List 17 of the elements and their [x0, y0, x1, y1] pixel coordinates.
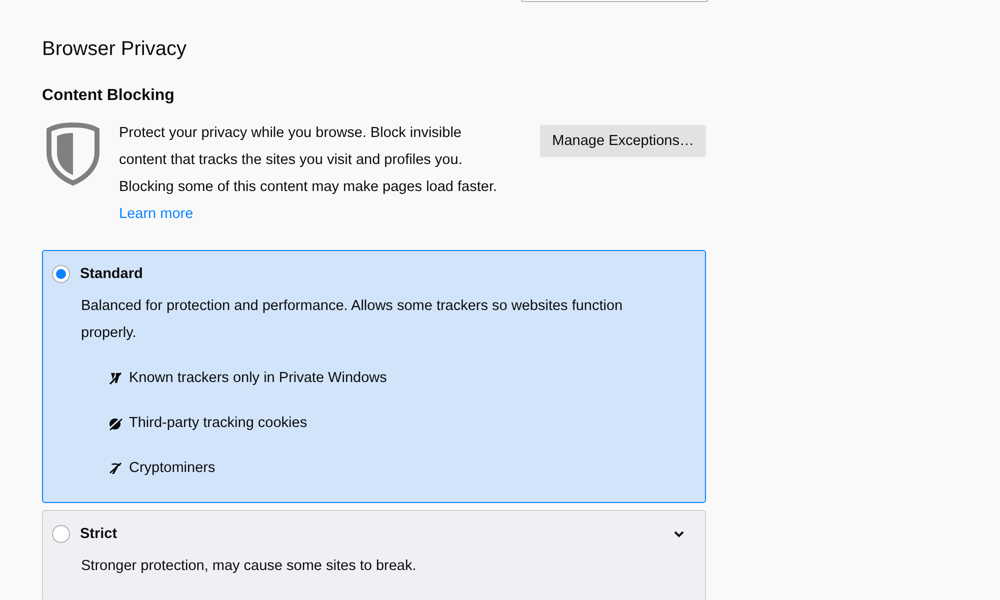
option-description: Balanced for protection and performance. Allows some trackers so websites function properly.	[81, 297, 624, 343]
radio-button[interactable]	[52, 265, 70, 283]
option-card[interactable]: Standard Balanced for protection and performance. Allows some trackers so websites function properly. Known trackers only in Private Windows Third-party tracking cookies Cryptominers	[42, 250, 706, 503]
shield-icon	[45, 122, 101, 186]
blocked-item-label: Cryptominers	[129, 459, 216, 478]
radio-button[interactable]	[52, 525, 70, 543]
blocked-item-label: Known trackers only in Private Windows	[129, 369, 387, 388]
option-card[interactable]: Strict Stronger protection, may cause some sites to break.	[42, 510, 706, 600]
blocked-item-label: Third-party tracking cookies	[129, 414, 308, 433]
option-label: Standard	[80, 266, 143, 282]
option-description: Stronger protection, may cause some sites to break.	[81, 557, 418, 576]
section-title: Browser Privacy	[42, 37, 188, 62]
section-subtitle: Content Blocking	[42, 86, 176, 106]
cookie-icon	[108, 416, 123, 431]
option-label: Strict	[80, 526, 118, 542]
manage-exceptions-button[interactable]: Manage Exceptions…	[540, 125, 706, 157]
description-text: Protect your privacy while you browse. Block invisible content that tracks the sites you visit and profiles you. Blocking some of this content may make pages load faster.	[119, 124, 498, 197]
